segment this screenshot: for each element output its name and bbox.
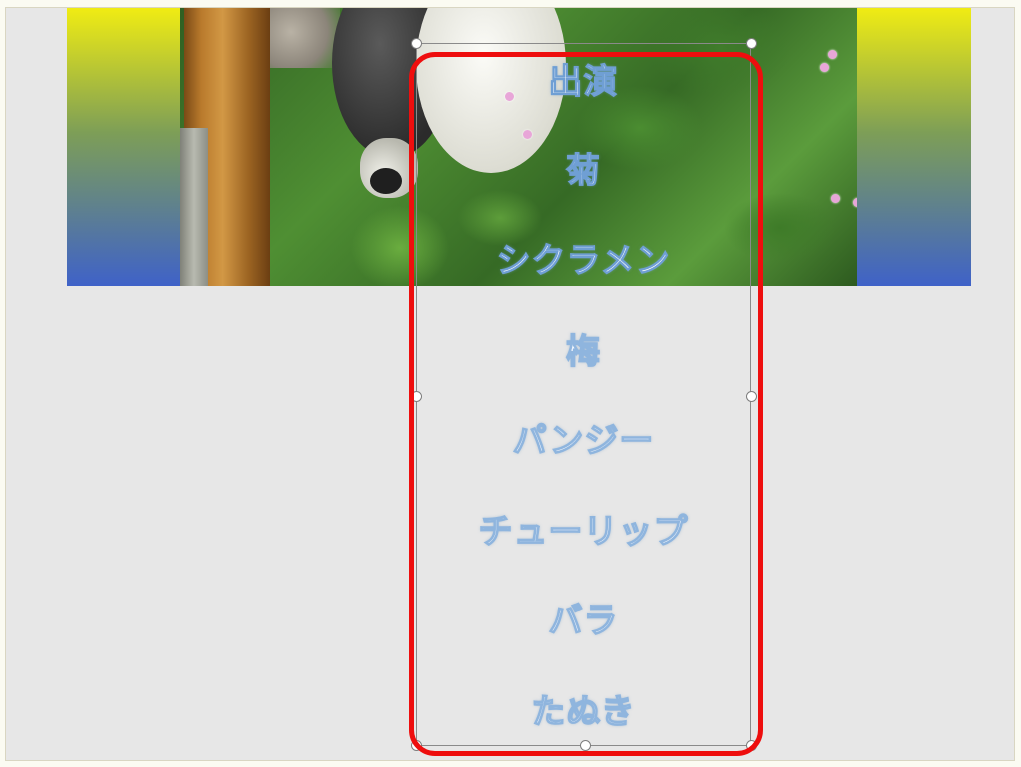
gravel-area (270, 8, 340, 68)
resize-handle-top-left[interactable] (411, 38, 422, 49)
red-highlight-box (409, 52, 763, 756)
stone-lantern-edge (180, 128, 208, 286)
resize-handle-top-right[interactable] (746, 38, 757, 49)
flower-icon (831, 194, 840, 203)
flower-icon (820, 63, 829, 72)
flower-icon (853, 198, 857, 207)
tanuki-foot-mark (370, 168, 402, 194)
flower-icon (828, 50, 837, 59)
